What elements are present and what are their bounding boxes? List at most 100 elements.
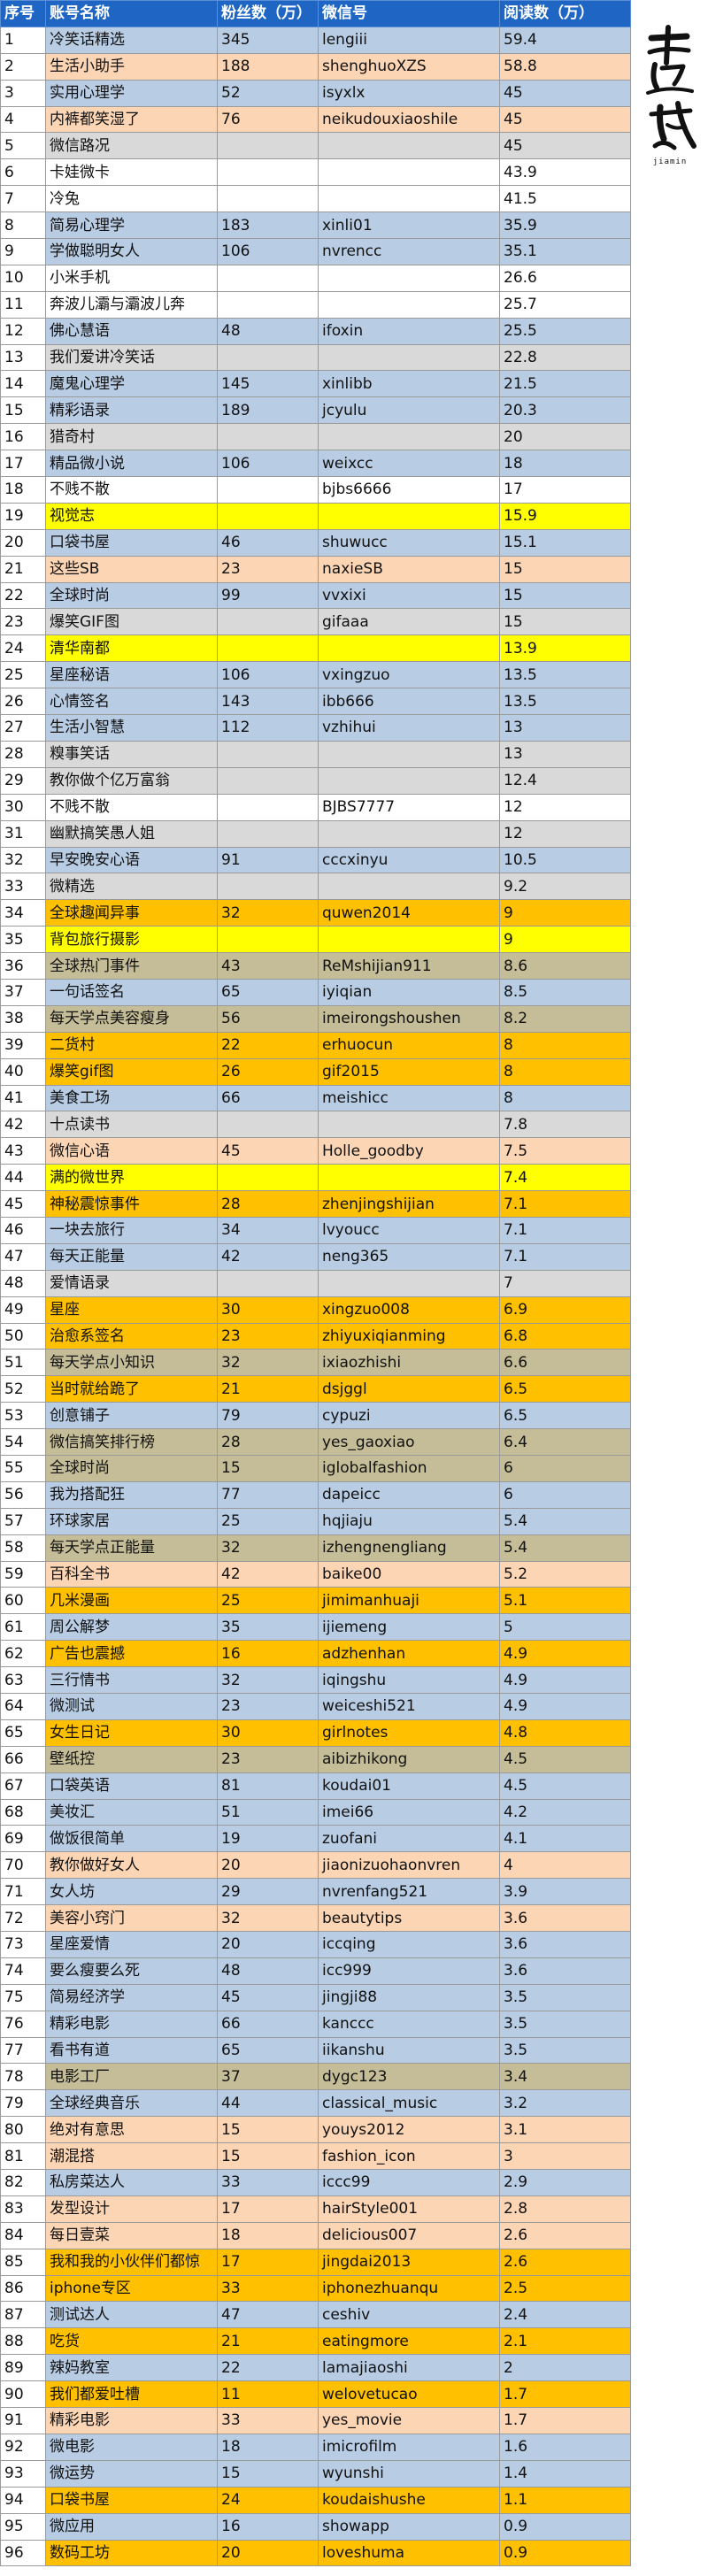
- cell-followers[interactable]: 37: [217, 2063, 319, 2091]
- cell-reads[interactable]: 20: [499, 423, 631, 451]
- cell-index[interactable]: 89: [0, 2354, 46, 2382]
- cell-account-name[interactable]: 口袋书屋: [45, 2486, 218, 2514]
- cell-wechat-id[interactable]: shenghuoXZS: [318, 52, 500, 81]
- cell-followers[interactable]: [217, 158, 319, 187]
- cell-followers[interactable]: 32: [217, 1666, 319, 1694]
- table-row[interactable]: 3 实用心理学 52 isyxlx 45: [0, 79, 631, 107]
- cell-account-name[interactable]: 这些SB: [45, 555, 218, 583]
- cell-wechat-id[interactable]: [318, 926, 500, 954]
- table-row[interactable]: 17 精品微小说 106 weixcc 18: [0, 450, 631, 478]
- cell-followers[interactable]: 79: [217, 1402, 319, 1430]
- table-row[interactable]: 32 早安晚安心语 91 cccxinyu 10.5: [0, 846, 631, 874]
- table-row[interactable]: 70 教你做好女人 20 jiaonizuohaonvren 4: [0, 1851, 631, 1880]
- table-row[interactable]: 68 美妆汇 51 imei66 4.2: [0, 1798, 631, 1826]
- cell-index[interactable]: 29: [0, 766, 46, 795]
- table-row[interactable]: 90 我们都爱吐槽 11 welovetucao 1.7: [0, 2380, 631, 2409]
- cell-wechat-id[interactable]: iyiqian: [318, 978, 500, 1006]
- cell-followers[interactable]: [217, 608, 319, 636]
- cell-account-name[interactable]: 百科全书: [45, 1560, 218, 1588]
- table-row[interactable]: 7 冷兔 41.5: [0, 185, 631, 213]
- cell-account-name[interactable]: 女生日记: [45, 1719, 218, 1747]
- table-row[interactable]: 62 广告也震撼 16 adzhenhan 4.9: [0, 1640, 631, 1668]
- cell-reads[interactable]: 6.5: [499, 1375, 631, 1403]
- cell-wechat-id[interactable]: lvyoucc: [318, 1216, 500, 1244]
- cell-reads[interactable]: 6: [499, 1454, 631, 1482]
- table-row[interactable]: 75 简易经济学 45 jingji88 3.5: [0, 1983, 631, 2011]
- cell-reads[interactable]: 3.5: [499, 1983, 631, 2011]
- cell-followers[interactable]: [217, 502, 319, 530]
- table-row[interactable]: 83 发型设计 17 hairStyle001 2.8: [0, 2195, 631, 2223]
- cell-wechat-id[interactable]: koudaishushe: [318, 2486, 500, 2514]
- cell-account-name[interactable]: 神秘震惊事件: [45, 1190, 218, 1218]
- cell-followers[interactable]: 56: [217, 1004, 319, 1033]
- cell-account-name[interactable]: 壁纸控: [45, 1745, 218, 1773]
- cell-index[interactable]: 42: [0, 1111, 46, 1139]
- table-row[interactable]: 33 微精选 9.2: [0, 873, 631, 901]
- cell-reads[interactable]: 3.5: [499, 2036, 631, 2065]
- cell-account-name[interactable]: 我们爱讲冷笑话: [45, 343, 218, 372]
- cell-account-name[interactable]: 美妆汇: [45, 1798, 218, 1826]
- cell-followers[interactable]: 44: [217, 2089, 319, 2118]
- cell-reads[interactable]: 4.5: [499, 1745, 631, 1773]
- cell-account-name[interactable]: 简易心理学: [45, 211, 218, 240]
- cell-followers[interactable]: 33: [217, 2407, 319, 2434]
- cell-followers[interactable]: 112: [217, 714, 319, 742]
- table-row[interactable]: 44 满的微世界 7.4: [0, 1164, 631, 1192]
- cell-wechat-id[interactable]: [318, 185, 500, 213]
- cell-account-name[interactable]: 每天学点美容瘦身: [45, 1004, 218, 1033]
- cell-index[interactable]: 22: [0, 581, 46, 610]
- cell-wechat-id[interactable]: erhuocun: [318, 1031, 500, 1059]
- cell-wechat-id[interactable]: bjbs6666: [318, 476, 500, 504]
- cell-account-name[interactable]: 每日壹菜: [45, 2221, 218, 2249]
- cell-followers[interactable]: [217, 343, 319, 372]
- cell-index[interactable]: 51: [0, 1349, 46, 1377]
- cell-reads[interactable]: 6: [499, 1480, 631, 1509]
- cell-reads[interactable]: 2.6: [499, 2248, 631, 2276]
- cell-account-name[interactable]: 全球趣闻异事: [45, 899, 218, 927]
- cell-followers[interactable]: 32: [217, 1534, 319, 1562]
- cell-reads[interactable]: 6.9: [499, 1296, 631, 1324]
- cell-index[interactable]: 6: [0, 158, 46, 187]
- cell-followers[interactable]: 17: [217, 2195, 319, 2223]
- cell-index[interactable]: 34: [0, 899, 46, 927]
- cell-followers[interactable]: 33: [217, 2274, 319, 2303]
- table-row[interactable]: 11 奔波儿灞与灞波儿奔 25.7: [0, 290, 631, 319]
- table-row[interactable]: 51 每天学点小知识 32 ixiaozhishi 6.6: [0, 1349, 631, 1377]
- table-row[interactable]: 18 不贱不散 bjbs6666 17: [0, 476, 631, 504]
- cell-account-name[interactable]: 口袋书屋: [45, 528, 218, 557]
- cell-reads[interactable]: 2.6: [499, 2221, 631, 2249]
- cell-account-name[interactable]: 教你做好女人: [45, 1851, 218, 1880]
- cell-account-name[interactable]: 广告也震撼: [45, 1640, 218, 1668]
- cell-reads[interactable]: 4.2: [499, 1798, 631, 1826]
- cell-account-name[interactable]: 小米手机: [45, 264, 218, 292]
- cell-followers[interactable]: 20: [217, 1931, 319, 1958]
- cell-reads[interactable]: 35.1: [499, 238, 631, 265]
- table-row[interactable]: 25 星座秘语 106 vxingzuo 13.5: [0, 661, 631, 689]
- cell-followers[interactable]: 42: [217, 1560, 319, 1588]
- table-row[interactable]: 10 小米手机 26.6: [0, 264, 631, 292]
- cell-reads[interactable]: 1.1: [499, 2486, 631, 2514]
- cell-wechat-id[interactable]: iqingshu: [318, 1666, 500, 1694]
- cell-followers[interactable]: 15: [217, 2142, 319, 2171]
- cell-account-name[interactable]: 创意铺子: [45, 1402, 218, 1430]
- cell-index[interactable]: 62: [0, 1640, 46, 1668]
- cell-reads[interactable]: 4: [499, 1851, 631, 1880]
- cell-wechat-id[interactable]: isyxlx: [318, 79, 500, 107]
- table-row[interactable]: 77 看书有道 65 iikanshu 3.5: [0, 2036, 631, 2065]
- cell-followers[interactable]: 16: [217, 2512, 319, 2541]
- cell-reads[interactable]: 59.4: [499, 26, 631, 54]
- cell-wechat-id[interactable]: dygc123: [318, 2063, 500, 2091]
- cell-account-name[interactable]: 一句话签名: [45, 978, 218, 1006]
- cell-followers[interactable]: 23: [217, 555, 319, 583]
- cell-wechat-id[interactable]: adzhenhan: [318, 1640, 500, 1668]
- cell-account-name[interactable]: 辣妈教室: [45, 2354, 218, 2382]
- cell-index[interactable]: 46: [0, 1216, 46, 1244]
- cell-account-name[interactable]: 我和我的小伙伴们都惊: [45, 2248, 218, 2276]
- cell-wechat-id[interactable]: beautytips: [318, 1904, 500, 1933]
- cell-account-name[interactable]: 学做聪明女人: [45, 238, 218, 265]
- cell-index[interactable]: 38: [0, 1004, 46, 1033]
- cell-followers[interactable]: 106: [217, 661, 319, 689]
- cell-reads[interactable]: 1.4: [499, 2459, 631, 2488]
- cell-followers[interactable]: [217, 766, 319, 795]
- table-row[interactable]: 79 全球经典音乐 44 classical_music 3.2: [0, 2089, 631, 2118]
